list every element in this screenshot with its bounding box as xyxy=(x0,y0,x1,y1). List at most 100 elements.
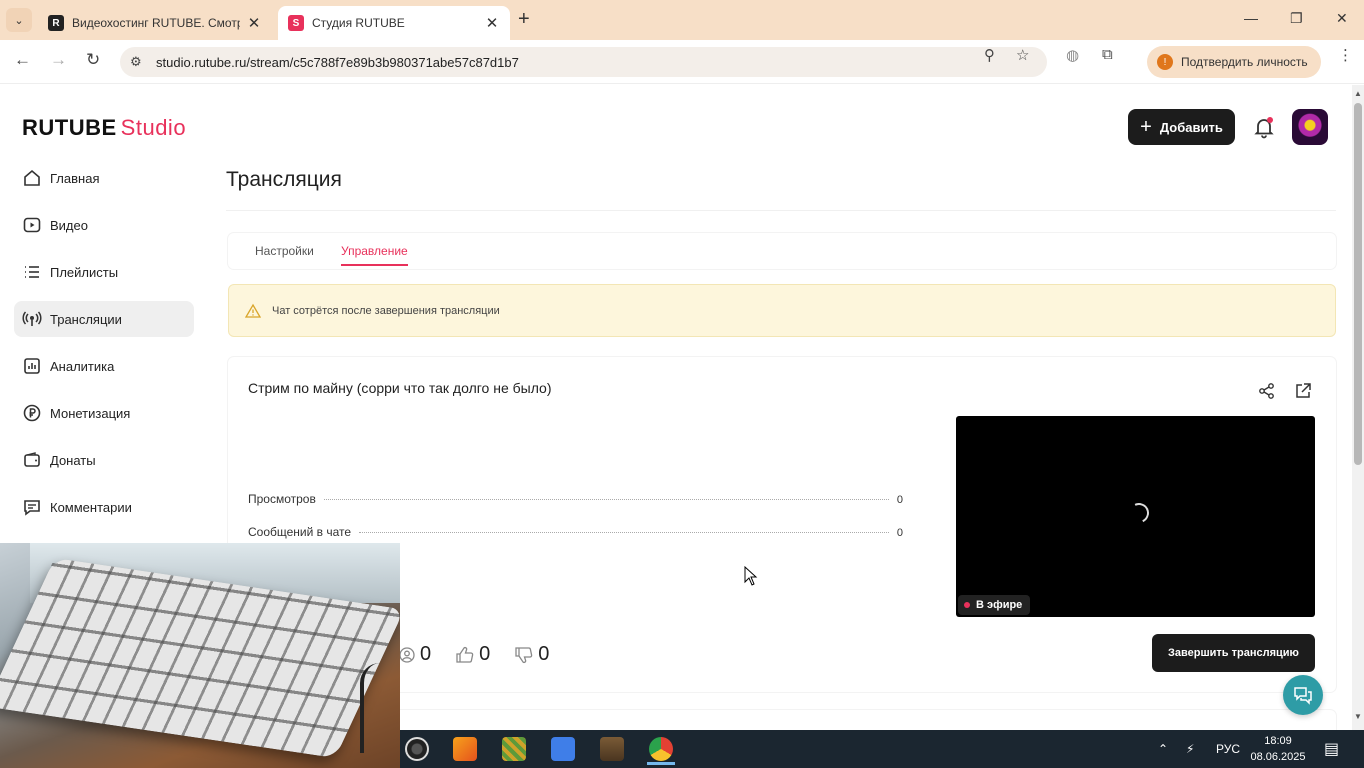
site-info-icon[interactable]: ⚙ xyxy=(130,54,142,70)
tab-title: Видеохостинг RUTUBE. Смотри… xyxy=(72,16,240,30)
support-chat-button[interactable] xyxy=(1283,675,1323,715)
open-external-icon[interactable] xyxy=(1294,382,1312,400)
verify-identity-button[interactable]: ! Подтвердить личность xyxy=(1147,46,1321,78)
clock-date: 08.06.2025 xyxy=(1250,751,1306,763)
zoom-icon[interactable]: ⚲ xyxy=(984,46,995,64)
stream-preview-player[interactable]: В эфире xyxy=(956,416,1315,617)
minimize-icon[interactable]: — xyxy=(1244,10,1258,26)
taskbar-clock[interactable]: 18:09 08.06.2025 xyxy=(1248,733,1308,765)
fl-studio-icon[interactable] xyxy=(445,733,485,765)
webcam-overlay xyxy=(0,543,400,768)
sidebar-item-label: Комментарии xyxy=(50,499,132,515)
sidebar-item-broadcasts[interactable]: Трансляции xyxy=(14,301,194,337)
mouse-cursor-icon xyxy=(744,566,758,586)
stat-label: Просмотров xyxy=(248,492,316,506)
tab-settings[interactable]: Настройки xyxy=(255,244,314,258)
alert-icon: ! xyxy=(1157,54,1173,70)
studio-favicon-icon: S xyxy=(288,15,304,31)
avatar[interactable] xyxy=(1292,109,1328,145)
extensions-icon[interactable]: ⧉ xyxy=(1102,46,1113,63)
obs-icon[interactable] xyxy=(397,733,437,765)
roblox-icon[interactable] xyxy=(543,733,583,765)
broadcast-icon xyxy=(22,311,42,326)
restore-icon[interactable]: ❐ xyxy=(1290,10,1303,27)
dislikes-count: 0 xyxy=(538,643,550,665)
stream-counters: 0 0 0 xyxy=(398,643,573,666)
sidebar-item-label: Видео xyxy=(50,217,88,233)
browser-tab-rutube[interactable]: R Видеохостинг RUTUBE. Смотри… ✕ xyxy=(38,6,272,40)
sidebar-item-label: Аналитика xyxy=(50,358,115,374)
sidebar-item-label: Трансляции xyxy=(50,311,122,327)
reload-icon[interactable]: ↻ xyxy=(86,50,100,70)
thumbs-up-icon xyxy=(456,646,474,663)
tab-close-icon[interactable]: ✕ xyxy=(484,14,500,32)
add-button[interactable]: + Добавить xyxy=(1128,109,1235,145)
notifications-icon[interactable]: ▤ xyxy=(1324,730,1339,768)
scroll-down-icon[interactable]: ▼ xyxy=(1354,712,1362,721)
tab-management[interactable]: Управление xyxy=(341,244,408,266)
minecraft-launcher-icon[interactable] xyxy=(494,733,534,765)
comment-icon xyxy=(24,500,40,516)
tab-title: Студия RUTUBE xyxy=(312,16,405,30)
stat-chat-messages: Сообщений в чате 0 xyxy=(248,525,903,539)
sidebar-item-video[interactable]: Видео xyxy=(14,207,194,243)
support-chat-icon xyxy=(1294,687,1312,705)
warning-icon xyxy=(245,303,261,318)
new-tab-icon[interactable]: + xyxy=(518,8,530,31)
bookmark-star-icon[interactable]: ☆ xyxy=(1016,46,1029,64)
home-icon xyxy=(24,169,40,186)
viewers-icon xyxy=(399,646,415,663)
chrome-icon[interactable] xyxy=(641,733,681,765)
divider xyxy=(226,210,1336,211)
scrollbar-thumb[interactable] xyxy=(1354,103,1362,465)
network-icon[interactable]: ⚡ xyxy=(1186,730,1194,768)
end-stream-button[interactable]: Завершить трансляцию xyxy=(1152,634,1315,672)
window-close-icon[interactable]: ✕ xyxy=(1336,10,1348,27)
likes-counter: 0 xyxy=(455,643,490,666)
tab-close-icon[interactable]: ✕ xyxy=(246,14,262,32)
sidebar-item-monetization[interactable]: Монетизация xyxy=(14,395,194,431)
dotted-leader xyxy=(359,532,889,533)
viewers-count: 0 xyxy=(420,643,432,665)
minecraft-icon[interactable] xyxy=(592,733,632,765)
back-icon[interactable]: ← xyxy=(14,50,31,70)
loading-spinner-icon xyxy=(1126,500,1152,526)
share-icon[interactable] xyxy=(1258,382,1276,400)
add-button-label: Добавить xyxy=(1159,119,1223,135)
page-scrollbar[interactable]: ▲ ▼ xyxy=(1352,85,1364,730)
ruble-icon xyxy=(23,404,41,422)
bell-icon[interactable] xyxy=(1252,115,1276,139)
browser-tab-studio[interactable]: S Студия RUTUBE ✕ xyxy=(278,6,510,40)
sidebar: Главная Видео Плейлисты Трансляции Анали… xyxy=(14,160,194,536)
sidebar-item-analytics[interactable]: Аналитика xyxy=(14,348,194,384)
verify-label: Подтвердить личность xyxy=(1181,55,1308,69)
live-badge-label: В эфире xyxy=(976,599,1023,611)
chat-warning-banner: Чат сотрётся после завершения трансляции xyxy=(228,284,1336,337)
browser-tabbar: ⌄ R Видеохостинг RUTUBE. Смотри… ✕ S Сту… xyxy=(0,0,1364,40)
address-bar[interactable]: ⚙ studio.rutube.ru/stream/c5c788f7e89b3b… xyxy=(120,47,1047,77)
scroll-up-icon[interactable]: ▲ xyxy=(1354,89,1362,98)
likes-count: 0 xyxy=(479,643,491,665)
live-dot-icon xyxy=(964,602,970,608)
viewers-counter: 0 xyxy=(398,643,431,666)
plus-icon: + xyxy=(1140,115,1152,138)
forward-icon[interactable]: → xyxy=(50,50,67,70)
tab-search-button[interactable]: ⌄ xyxy=(6,8,32,32)
language-indicator[interactable]: РУС xyxy=(1216,730,1240,768)
page-tabs: Настройки Управление xyxy=(228,233,1336,269)
sidebar-item-playlists[interactable]: Плейлисты xyxy=(14,254,194,290)
analytics-icon xyxy=(24,358,40,374)
stream-title: Стрим по майну (сорри что так долго не б… xyxy=(248,380,552,396)
stat-value: 0 xyxy=(896,494,903,506)
video-icon xyxy=(23,217,41,233)
sidebar-item-home[interactable]: Главная xyxy=(14,160,194,196)
sidebar-item-comments[interactable]: Комментарии xyxy=(14,489,194,525)
logo-sub: Studio xyxy=(120,115,187,140)
menu-dots-icon[interactable]: ⋮ xyxy=(1338,46,1353,64)
sidebar-item-donations[interactable]: Донаты xyxy=(14,442,194,478)
sidebar-item-label: Донаты xyxy=(50,452,96,468)
rutube-studio-logo[interactable]: RUTUBE Studio xyxy=(22,115,186,141)
tray-overflow-icon[interactable]: ⌃ xyxy=(1158,730,1168,768)
wallet-icon xyxy=(24,452,40,467)
translate-icon[interactable]: ◍ xyxy=(1066,46,1079,64)
